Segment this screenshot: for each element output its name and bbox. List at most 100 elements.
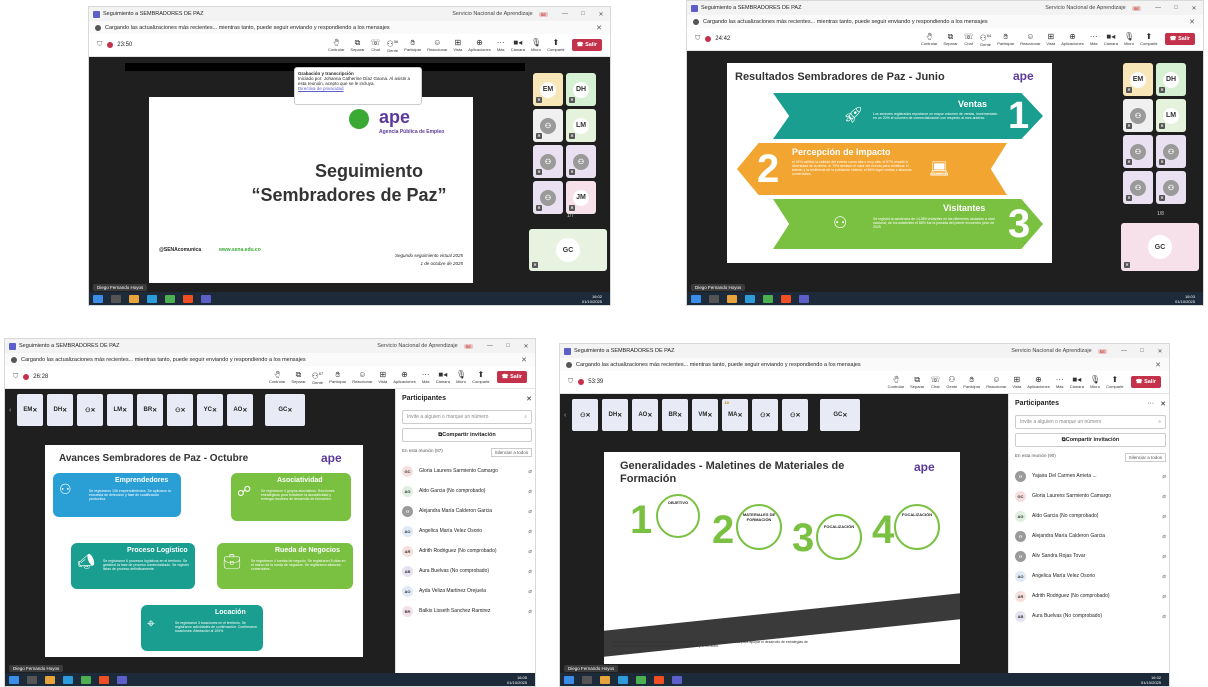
start-icon[interactable]	[564, 675, 574, 684]
participant-tile[interactable]: ⚇ ✕	[533, 109, 563, 142]
participant-tile[interactable]: ⚇ ✕	[572, 399, 599, 431]
participar-button[interactable]: ✋︎ Participar	[404, 38, 421, 52]
salir-button[interactable]: ☎ Salir	[496, 371, 527, 383]
participant-tile[interactable]: LM ✕	[566, 109, 596, 142]
reaccionar-button[interactable]: ☺ Reaccionar	[352, 370, 372, 384]
maximize-button[interactable]: □	[1133, 348, 1151, 354]
participant-tile[interactable]: GC ✕	[265, 394, 306, 426]
files-icon[interactable]	[45, 675, 55, 684]
files-icon[interactable]	[129, 294, 139, 303]
share-invite-button[interactable]: ⧉ Compartir invitación	[402, 428, 532, 442]
mic-off-icon[interactable]: ⌀	[1162, 553, 1166, 560]
account-badge[interactable]: SE	[463, 343, 473, 349]
camara-button[interactable]: ■◂ Cámara	[436, 370, 450, 384]
aplicaciones-button[interactable]: ⊕ Aplicaciones	[1061, 32, 1083, 46]
controlar-button[interactable]: 🖐︎ Controlar	[269, 370, 285, 384]
mic-off-icon[interactable]: ⌀	[1162, 473, 1166, 480]
mic-off-icon[interactable]: ⌀	[528, 528, 532, 535]
search-icon[interactable]	[709, 294, 719, 303]
search-icon[interactable]	[111, 294, 121, 303]
reaccionar-button[interactable]: ☺ Reaccionar	[1020, 32, 1040, 46]
firefox-icon[interactable]	[183, 294, 193, 303]
separar-button[interactable]: ⧉ Separar	[943, 32, 957, 46]
participant-tile[interactable]: DH ✕	[47, 394, 74, 426]
edge-icon[interactable]	[618, 675, 628, 684]
mic-off-icon[interactable]: ⌀	[1162, 533, 1166, 540]
participant-row[interactable]: AG Aldo Garcia (No comprobado) ⌀	[1009, 506, 1169, 526]
firefox-icon[interactable]	[99, 675, 109, 684]
participant-row[interactable]: BR Balkis Lisseth Sanchez Ramirez ⌀	[396, 601, 535, 621]
start-icon[interactable]	[93, 294, 103, 303]
participant-row[interactable]: ⚇ Aliv Sandra Rojas Tovar ⌀	[1009, 546, 1169, 566]
compartir-button[interactable]: ⬆ Compartir	[547, 38, 565, 52]
salir-button[interactable]: ☎ Salir	[571, 39, 602, 51]
close-button[interactable]: ✕	[517, 343, 535, 350]
participant-row[interactable]: AB Aura Buelvas (No comprobado) ⌀	[1009, 606, 1169, 626]
pager[interactable]: 1/7	[567, 213, 574, 219]
teams-icon[interactable]	[201, 294, 211, 303]
controlar-button[interactable]: 🖐︎ Controlar	[921, 32, 937, 46]
notice-close-button[interactable]: ✕	[521, 356, 527, 364]
chrome-icon[interactable]	[165, 294, 175, 303]
notice-close-button[interactable]: ✕	[596, 24, 602, 32]
participant-tile[interactable]: AO ✕	[632, 399, 659, 431]
participant-tile[interactable]: MA 10 ✕	[722, 399, 749, 431]
micro-button[interactable]: 🎙︎ Micro	[1090, 375, 1100, 389]
reaccionar-button[interactable]: ☺ Reaccionar	[427, 38, 447, 52]
chrome-icon[interactable]	[636, 675, 646, 684]
firefox-icon[interactable]	[781, 294, 791, 303]
participant-tile[interactable]: GC ✕	[820, 399, 861, 431]
participant-tile[interactable]: ⚇ ✕	[752, 399, 779, 431]
mic-off-icon[interactable]: ⌀	[528, 588, 532, 595]
participant-tile[interactable]: LM ✕	[1156, 99, 1186, 132]
participant-row[interactable]: AR Adrith Rodriguez (No comprobado) ⌀	[396, 541, 535, 561]
participant-tile[interactable]: EM ✕	[17, 394, 44, 426]
camara-button[interactable]: ■◂ Cámara	[511, 38, 525, 52]
mas-button[interactable]: ··· Más	[1090, 32, 1098, 46]
edge-icon[interactable]	[63, 675, 73, 684]
participant-tile[interactable]: ⚇ ✕	[167, 394, 194, 426]
account-badge[interactable]: SE	[538, 11, 548, 17]
account-badge[interactable]: SE	[1131, 5, 1141, 11]
participant-tile[interactable]: EM ✕	[533, 73, 563, 106]
participant-row[interactable]: GC Gloria Laurens Sarmiento Camargo ⌀	[1009, 486, 1169, 506]
edge-icon[interactable]	[147, 294, 157, 303]
micro-button[interactable]: 🎙︎ Micro	[531, 38, 541, 52]
participant-tile[interactable]: DH ✕	[602, 399, 629, 431]
pager[interactable]: 1/8	[1157, 211, 1164, 217]
meeting-count[interactable]: En esta reunión (90)	[1015, 453, 1056, 462]
participant-row[interactable]: ⚇ Yajaira Del Carmen Arrieta ... ⌀	[1009, 466, 1169, 486]
gente-button[interactable]: ⚇56 Gente	[387, 37, 399, 54]
mas-button[interactable]: ··· Más	[422, 370, 430, 384]
maximize-button[interactable]: □	[1167, 5, 1185, 11]
files-icon[interactable]	[600, 675, 610, 684]
participant-tile[interactable]: BR ✕	[137, 394, 164, 426]
account-badge[interactable]: SE	[1097, 348, 1107, 354]
mic-off-icon[interactable]: ⌀	[528, 568, 532, 575]
vista-button[interactable]: ⊞ Vista	[453, 38, 462, 52]
mas-button[interactable]: ··· Más	[1056, 375, 1064, 389]
chat-button[interactable]: ☏ Chat	[930, 375, 940, 389]
participant-row[interactable]: ⚇ Alejandra María Calderon Garcia ⌀	[1009, 526, 1169, 546]
camara-button[interactable]: ■◂ Cámara	[1104, 32, 1118, 46]
participant-tile[interactable]: ⚇ ✕	[1123, 171, 1153, 204]
teams-icon[interactable]	[799, 294, 809, 303]
mic-off-icon[interactable]: ⌀	[528, 508, 532, 515]
participant-tile[interactable]: ⚇ ✕	[782, 399, 809, 431]
mute-all-button[interactable]: Silenciar a todos	[1124, 453, 1166, 462]
aplicaciones-button[interactable]: ⊕ Aplicaciones	[1027, 375, 1049, 389]
participant-row[interactable]: AO Ayda Veliza Martinez Orejuela ⌀	[396, 581, 535, 601]
firefox-icon[interactable]	[654, 675, 664, 684]
participant-row[interactable]: AO Angelica María Velez Osorio ⌀	[396, 521, 535, 541]
controlar-button[interactable]: 🖐︎ Controlar	[888, 375, 904, 389]
participant-tile[interactable]: JM ✕	[566, 181, 596, 214]
mic-off-icon[interactable]: ⌀	[528, 488, 532, 495]
teams-icon[interactable]	[672, 675, 682, 684]
separar-button[interactable]: ⧉ Separar	[291, 370, 305, 384]
close-button[interactable]: ✕	[1185, 5, 1203, 12]
maximize-button[interactable]: □	[574, 11, 592, 17]
compartir-button[interactable]: ⬆ Compartir	[472, 370, 490, 384]
gente-button[interactable]: ⚇ Gente	[946, 375, 957, 389]
panel-close-button[interactable]: ✕	[526, 395, 532, 403]
participant-row[interactable]: ⚇ Alejandra María Calderon Garcia ⌀	[396, 501, 535, 521]
